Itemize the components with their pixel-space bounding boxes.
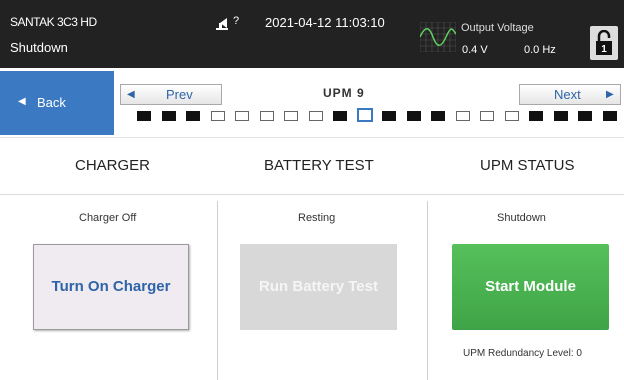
upm-selector-current[interactable]: [356, 108, 373, 122]
next-button[interactable]: Next ▶: [519, 84, 621, 105]
upm-selector-cell[interactable]: [480, 111, 494, 121]
upm-selector-strip: [137, 108, 617, 125]
section-header-row: CHARGER BATTERY TEST UPM STATUS: [0, 137, 624, 195]
divider: [217, 201, 218, 380]
datetime: 2021-04-12 11:03:10: [265, 15, 385, 30]
output-frequency-value: 0.0 Hz: [524, 44, 556, 56]
prev-button[interactable]: ◀ Prev: [120, 84, 222, 105]
alarm-horn-icon: [216, 18, 228, 30]
battery-status: Resting: [298, 212, 336, 224]
upm-selector-cell[interactable]: [308, 111, 323, 121]
upm-selector-cell[interactable]: [553, 111, 568, 121]
alarm-count: ?: [233, 15, 240, 27]
upm-selector-cell[interactable]: [210, 111, 225, 121]
lock-button[interactable]: 1: [590, 26, 618, 60]
upm-selector-cell[interactable]: [137, 111, 151, 121]
turn-on-charger-button[interactable]: Turn On Charger: [33, 244, 189, 330]
upm-selector-cell[interactable]: [504, 111, 519, 121]
back-button-label: Back: [37, 95, 66, 110]
upm-title: UPM 9: [323, 86, 365, 100]
upm-selector-cell[interactable]: [406, 111, 421, 121]
upm-selector-cell[interactable]: [455, 111, 470, 121]
left-triangle-icon: ◀: [127, 89, 135, 100]
upm-selector-cell[interactable]: [186, 111, 200, 121]
upm-selector-cell[interactable]: [259, 111, 274, 121]
upm-selector-cell[interactable]: [529, 111, 543, 121]
charger-header: CHARGER: [75, 157, 151, 174]
upm-status: Shutdown: [497, 212, 546, 224]
start-module-button[interactable]: Start Module: [452, 244, 609, 330]
upm-selector-cell[interactable]: [602, 111, 617, 121]
output-voltage-value: 0.4 V: [462, 44, 488, 56]
upm-selector-cell[interactable]: [431, 111, 445, 121]
alarm-indicator[interactable]: ?: [214, 14, 254, 36]
device-name: SANTAK 3C3 HD: [10, 15, 97, 29]
output-voltage-label: Output Voltage: [461, 22, 534, 34]
run-battery-test-button: Run Battery Test: [240, 244, 397, 330]
upm-selector-cell[interactable]: [235, 111, 249, 121]
upm-selector-cell[interactable]: [333, 111, 347, 121]
upm-selector-cell[interactable]: [382, 111, 396, 121]
control-panels: Charger Off Turn On Charger Resting Run …: [0, 201, 624, 380]
battery-test-header: BATTERY TEST: [264, 157, 374, 174]
upm-selector-cell[interactable]: [578, 111, 592, 121]
upm-redundancy-level: UPM Redundancy Level: 0: [463, 348, 582, 359]
upm-status-header: UPM STATUS: [480, 157, 575, 174]
back-button[interactable]: ◀ Back: [0, 71, 114, 135]
device-status: Shutdown: [10, 40, 68, 55]
lock-number: 1: [601, 44, 607, 55]
next-button-label: Next: [554, 87, 581, 102]
padlock-icon: 1: [596, 30, 612, 55]
status-bar: SANTAK 3C3 HD Shutdown ? 2021-04-12 11:0…: [0, 0, 624, 68]
divider: [427, 201, 428, 380]
upm-navigation: ◀ Back ◀ Prev UPM 9 Next ▶: [0, 68, 624, 137]
left-triangle-icon: ◀: [18, 96, 26, 107]
charger-status: Charger Off: [79, 212, 137, 224]
upm-selector-cell[interactable]: [161, 111, 176, 121]
right-triangle-icon: ▶: [606, 89, 614, 100]
upm-selector-cell[interactable]: [284, 111, 298, 121]
prev-button-label: Prev: [166, 87, 193, 102]
waveform-scope-icon: [420, 22, 456, 52]
